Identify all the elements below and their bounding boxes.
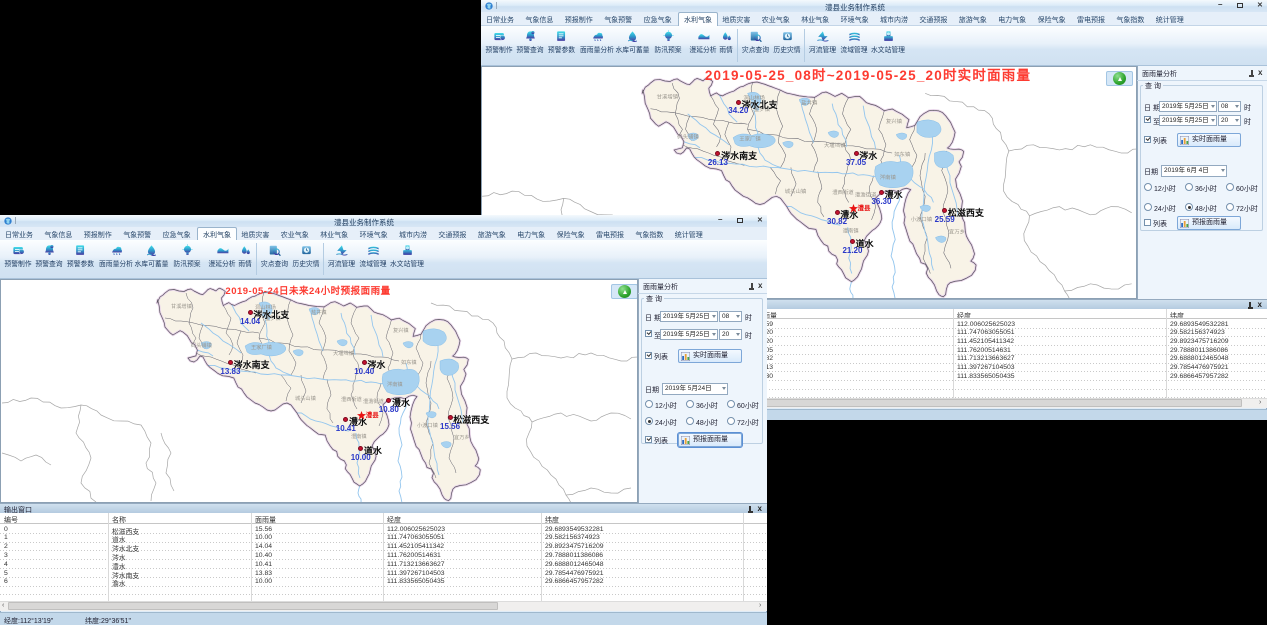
- svg-text:大堰垱镇: 大堰垱镇: [333, 349, 354, 357]
- svg-text:大堰垱镇: 大堰垱镇: [824, 141, 846, 149]
- svg-text:如东镇: 如东镇: [894, 150, 911, 158]
- svg-text:城头山镇: 城头山镇: [785, 187, 807, 195]
- svg-text:复兴镇: 复兴镇: [393, 326, 409, 334]
- svg-text:澧西街道: 澧西街道: [832, 188, 854, 196]
- svg-text:宜万乡: 宜万乡: [949, 227, 965, 235]
- svg-text:涔南镇: 涔南镇: [387, 380, 403, 388]
- svg-text:王家厂镇: 王家厂镇: [739, 135, 761, 143]
- svg-text:盐井镇: 盐井镇: [311, 308, 327, 316]
- svg-text:澧西街道: 澧西街道: [341, 395, 362, 403]
- svg-text:涔南镇: 涔南镇: [880, 173, 897, 181]
- svg-text:盐井镇: 盐井镇: [801, 99, 818, 107]
- svg-text:澧南镇: 澧南镇: [843, 226, 860, 234]
- svg-text:码头铺镇: 码头铺镇: [191, 341, 212, 349]
- svg-text:王家厂镇: 王家厂镇: [251, 343, 272, 351]
- svg-text:甘溪增镇: 甘溪增镇: [171, 302, 192, 310]
- svg-text:澧澹街道: 澧澹街道: [363, 397, 384, 405]
- svg-text:码头铺镇: 码头铺镇: [677, 133, 699, 141]
- svg-text:小渡口镇: 小渡口镇: [911, 215, 933, 223]
- svg-text:如东镇: 如东镇: [401, 358, 417, 366]
- svg-text:复兴镇: 复兴镇: [886, 117, 903, 125]
- svg-text:小渡口镇: 小渡口镇: [417, 421, 438, 429]
- svg-text:城头山镇: 城头山镇: [295, 394, 316, 402]
- svg-text:澧南镇: 澧南镇: [351, 432, 367, 440]
- svg-text:甘溪增镇: 甘溪增镇: [657, 92, 679, 100]
- svg-text:宜万乡: 宜万乡: [454, 433, 470, 441]
